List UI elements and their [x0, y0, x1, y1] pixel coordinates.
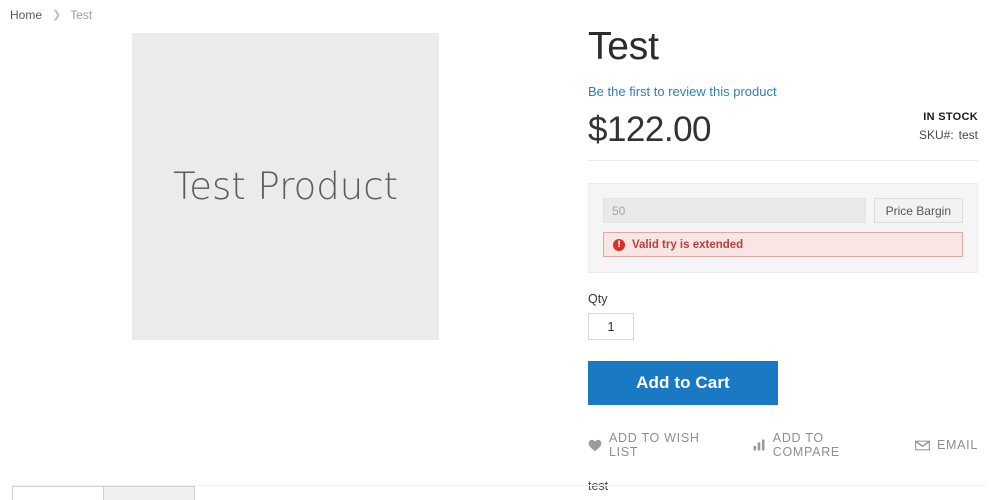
price-bargain-error-message: ! Valid try is extended [603, 232, 963, 258]
email-link[interactable]: EMAIL [914, 438, 978, 453]
price-bargain-panel: Price Bargin ! Valid try is extended [588, 183, 978, 274]
sku-value: test [958, 128, 978, 143]
add-review-link[interactable]: Be the first to review this product [588, 84, 777, 99]
add-to-wishlist-label: ADD TO WISH LIST [609, 431, 700, 460]
price-bargain-error-text: Valid try is extended [632, 238, 744, 251]
product-info-main: Test Be the first to review this product… [588, 25, 978, 494]
email-label: EMAIL [936, 438, 978, 453]
heart-icon [588, 439, 602, 452]
product-image[interactable]: Test Product [132, 33, 439, 340]
tab-description[interactable] [12, 486, 104, 500]
stock-and-sku: IN STOCK SKU#: test [919, 109, 978, 148]
product-sku: SKU#: test [919, 126, 978, 144]
breadcrumb: Home ❯ Test [10, 8, 92, 22]
qty-field-group: Qty [588, 292, 978, 341]
product-page: Home ❯ Test Test Product Test Be the fir… [0, 0, 1000, 500]
breadcrumb-item-current: Test [70, 8, 93, 22]
add-to-wishlist-link[interactable]: ADD TO WISH LIST [588, 431, 731, 459]
exclamation-circle-icon: ! [613, 238, 625, 251]
tab-reviews[interactable] [103, 486, 195, 500]
breadcrumb-item-home[interactable]: Home [10, 8, 42, 22]
envelope-icon [914, 440, 930, 451]
add-to-cart-button[interactable]: Add to Cart [588, 361, 778, 406]
page-title: Test [588, 25, 659, 68]
price-box: $122.00 IN STOCK SKU#: test [588, 109, 978, 162]
product-social-links: ADD TO WISH LIST ADD TO COMPARE EMAIL [588, 431, 978, 459]
price-bargain-input[interactable] [603, 198, 866, 224]
sku-label: SKU#: [918, 128, 954, 143]
product-info-tabs [12, 486, 195, 500]
add-to-compare-label: ADD TO COMPARE [772, 431, 840, 460]
stock-status-badge: IN STOCK [923, 110, 978, 123]
product-short-description: test [588, 479, 609, 494]
add-to-compare-link[interactable]: ADD TO COMPARE [753, 431, 893, 459]
price-bargain-row: Price Bargin [603, 198, 963, 224]
breadcrumb-separator-icon: ❯ [52, 8, 62, 21]
product-image-label: Test Product [172, 165, 399, 208]
bar-chart-icon [753, 439, 766, 451]
qty-input[interactable] [588, 313, 634, 341]
product-media-gallery: Test Product [132, 33, 439, 340]
qty-label: Qty [588, 292, 608, 307]
price-bargain-button[interactable]: Price Bargin [873, 198, 963, 224]
product-price: $122.00 [588, 110, 712, 150]
